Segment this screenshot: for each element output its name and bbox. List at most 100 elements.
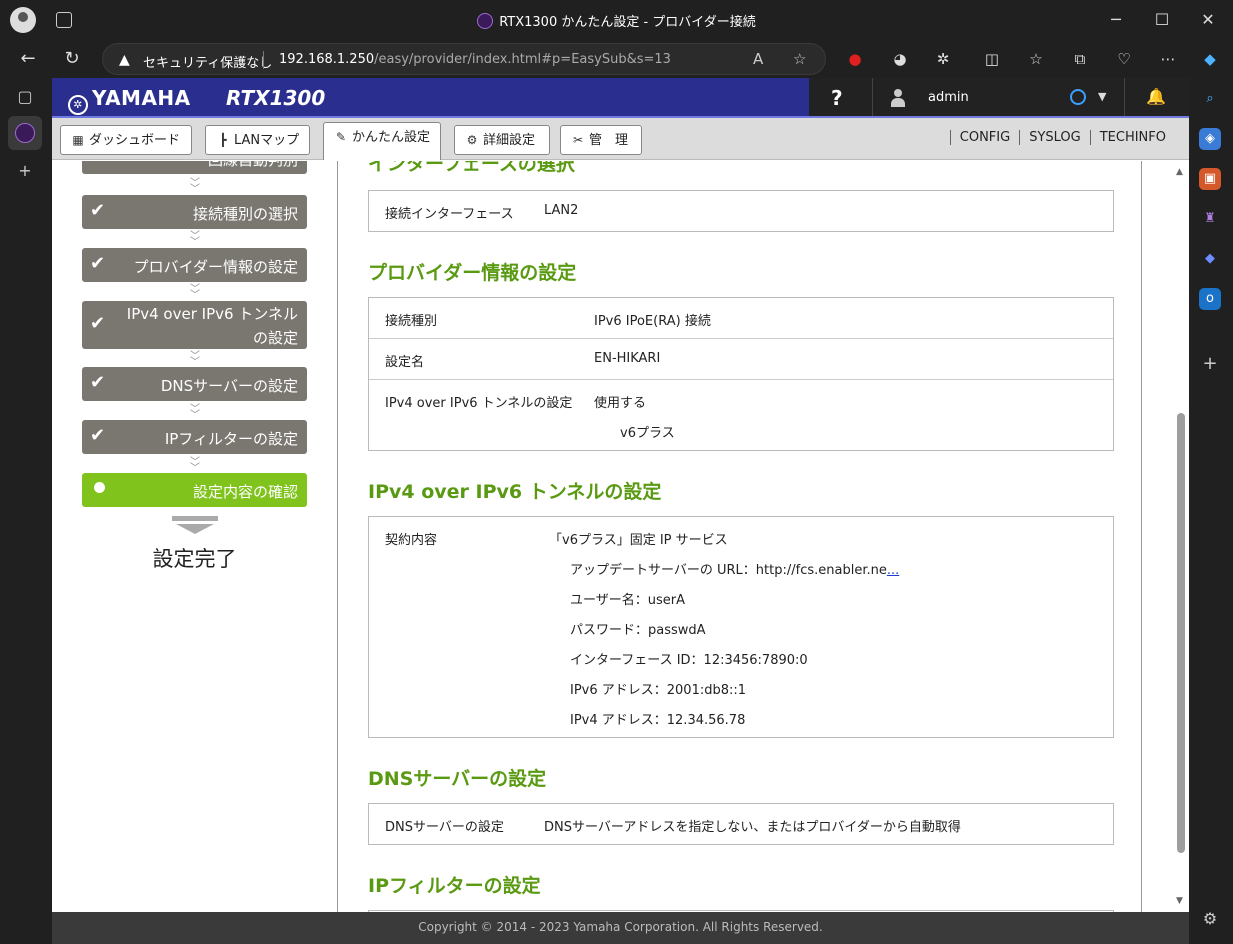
ipv6-address-value: IPv6 アドレス：2001:db8::1 [570, 683, 747, 698]
step-ipv4-over-ipv6: ✔ IPv4 over IPv6 トンネルの設定 [82, 301, 307, 349]
step-label-line2: の設定 [252, 329, 298, 347]
check-icon: ✔ [90, 313, 106, 334]
tools-icon[interactable]: ▣ [1199, 168, 1221, 190]
row-value: IPv6 IPoE(RA) 接続 [594, 314, 711, 329]
dashboard-button[interactable]: ▦ ダッシュボード [60, 125, 192, 155]
user-icon [891, 89, 905, 107]
syslog-link[interactable]: SYSLOG [1019, 130, 1090, 145]
chevron-down-icon[interactable]: ▼ [1098, 90, 1106, 103]
favorites-icon[interactable]: ☆ [1026, 49, 1046, 69]
yamaha-logo: ✲ YAMAHA [68, 86, 191, 115]
detail-settings-button[interactable]: ⚙ 詳細設定 [454, 125, 550, 155]
brand-text: YAMAHA [92, 86, 191, 110]
bell-icon[interactable]: 🔔 [1146, 87, 1166, 106]
reload-button[interactable]: ↻ [60, 47, 84, 71]
window-title: RTX1300 かんたん設定 - プロバイダー接続 [0, 11, 1233, 30]
password-value: パスワード：passwdA [570, 623, 706, 638]
step-dns-server: ✔ DNSサーバーの設定 [82, 367, 307, 401]
row-value: 「v6プラス」固定 IP サービス [549, 533, 728, 548]
section-title-provider: プロバイダー情報の設定 [368, 262, 577, 284]
config-link[interactable]: CONFIG [949, 130, 1020, 145]
divider [1124, 78, 1125, 118]
lanmap-icon: ┣ [219, 133, 227, 147]
url-host: 192.168.1.250 [279, 52, 375, 67]
step-label: IPv4 over IPv6 トンネル [126, 305, 298, 323]
divider [263, 51, 264, 69]
window-title-text: RTX1300 かんたん設定 - プロバイダー接続 [499, 15, 756, 30]
admin-button[interactable]: ✂ 管 理 [560, 125, 642, 155]
techinfo-link[interactable]: TECHINFO [1089, 130, 1175, 145]
section-title-tunnel: IPv4 over IPv6 トンネルの設定 [368, 481, 662, 503]
step-connection-type: ✔ 接続種別の選択 [82, 195, 307, 229]
ipv4-address-value: IPv4 アドレス：12.34.56.78 [570, 713, 746, 728]
setup-steps-sidebar: ✔ 回線自動判別 ﹀﹀ ✔ 接続種別の選択 ﹀﹀ ✔ プロバイダー情報の設定 ﹀﹀ ✔… [52, 161, 338, 912]
collections-icon[interactable]: ⧉ [1070, 49, 1090, 69]
step-label: 設定内容の確認 [192, 483, 298, 501]
row-key: 接続インターフェース [385, 207, 514, 222]
chevron-down-icon: ﹀ ﹀ [190, 231, 200, 248]
gear-icon: ⚙ [466, 133, 478, 147]
security-label[interactable]: セキュリティ保護なし [143, 52, 272, 71]
favorite-star-icon[interactable]: ☆ [793, 50, 806, 68]
more-menu-icon[interactable]: ⋯ [1158, 49, 1178, 69]
check-icon: ✔ [90, 253, 106, 274]
back-button[interactable]: ← [16, 47, 40, 71]
check-icon: ✔ [90, 372, 106, 393]
table-row: 設定名 EN-HIKARI [369, 339, 1113, 380]
copilot-icon[interactable]: ◆ [1200, 49, 1220, 69]
scroll-thumb[interactable] [1177, 413, 1185, 853]
easy-setup-label: かんたん設定 [352, 130, 431, 145]
copyright-footer: Copyright © 2014 - 2023 Yamaha Corporati… [52, 912, 1189, 944]
interface-box: 接続インターフェース LAN2 [368, 190, 1114, 232]
step-label: IPフィルターの設定 [164, 430, 298, 448]
minimize-button[interactable]: ─ [1104, 8, 1128, 32]
read-aloud-icon[interactable]: A [753, 50, 763, 68]
row-key: IPv4 over IPv6 トンネルの設定 [385, 396, 573, 411]
page-scrollbar[interactable]: ▲ ▼ [1173, 161, 1189, 912]
row-value: DNSサーバーアドレスを指定しない、またはプロバイダーから自動取得 [544, 820, 961, 835]
current-step-dot-icon [94, 482, 105, 493]
shopping-tag-icon[interactable]: ◈ [1199, 128, 1221, 150]
easy-setup-tab[interactable]: ✎ かんたん設定 [323, 122, 441, 160]
games-icon[interactable]: ♜ [1199, 208, 1221, 230]
help-button[interactable]: ? [831, 86, 843, 110]
close-window-button[interactable]: ✕ [1196, 8, 1220, 32]
tab-list-icon[interactable]: ▢ [14, 86, 36, 108]
maximize-button[interactable]: ☐ [1150, 8, 1174, 32]
section-title-dns: DNSサーバーの設定 [368, 768, 547, 790]
url-path: /easy/provider/index.html#p=EasySub&s=13 [374, 52, 671, 67]
chevron-down-icon: ﹀ ﹀ [190, 178, 200, 195]
step-confirm-current: 設定内容の確認 [82, 473, 307, 507]
extensions-puzzle-icon[interactable]: ✲ [933, 49, 953, 69]
table-row: 接続インターフェース LAN2 [369, 191, 1113, 231]
copilot-sidebar-icon[interactable]: ◆ [1199, 248, 1221, 270]
interface-id-value: インターフェース ID：12:3456:7890:0 [570, 653, 808, 668]
lanmap-button[interactable]: ┣ LANマップ [205, 125, 310, 155]
new-tab-icon[interactable]: + [14, 160, 36, 182]
check-icon: ✔ [90, 425, 106, 446]
chevron-down-icon: ﹀ ﹀ [190, 404, 200, 421]
page-viewport: ✲ YAMAHA RTX1300 ? admin ▼ 🔔 ▦ ダッシュボード ┣ LA… [52, 78, 1189, 912]
update-server-url: アップデートサーバーの URL：http://fcs.enabler.ne... [570, 559, 899, 578]
step-label: 回線自動判別 [208, 161, 298, 170]
step-ip-filter: ✔ IPフィルターの設定 [82, 420, 307, 454]
search-icon[interactable]: ⌕ [1199, 88, 1221, 110]
record-icon[interactable]: ● [845, 49, 865, 69]
outlook-icon[interactable]: o [1199, 288, 1221, 310]
performance-icon[interactable]: ♡ [1114, 49, 1134, 69]
active-tab[interactable] [8, 116, 42, 150]
settings-gear-icon[interactable]: ⚙ [1199, 908, 1221, 930]
table-row: DNSサーバーの設定 DNSサーバーアドレスを指定しない、またはプロバイダーから… [369, 804, 1113, 844]
address-bar[interactable]: ▲ セキュリティ保護なし 192.168.1.250/easy/provider… [102, 43, 826, 75]
table-row: IPv4 over IPv6 トンネルの設定 使用する v6プラス [369, 380, 1113, 450]
expand-url-link[interactable]: ... [887, 563, 899, 578]
scroll-up-icon[interactable]: ▲ [1176, 167, 1183, 177]
extension-icon[interactable]: ◕ [890, 49, 910, 69]
add-sidebar-app-icon[interactable]: + [1199, 353, 1221, 375]
split-screen-icon[interactable]: ◫ [982, 49, 1002, 69]
section-title-ip-filter: IPフィルターの設定 [368, 875, 541, 897]
yamaha-emblem-icon: ✲ [68, 95, 88, 115]
url-text[interactable]: 192.168.1.250/easy/provider/index.html#p… [279, 52, 671, 67]
user-name[interactable]: admin [928, 90, 969, 105]
scroll-down-icon[interactable]: ▼ [1176, 896, 1183, 906]
